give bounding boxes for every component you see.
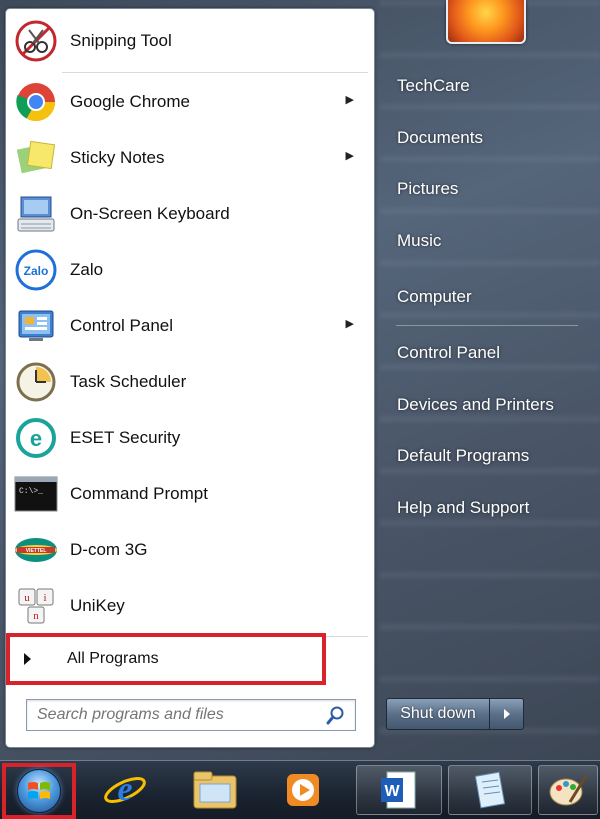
list-item[interactable]: Control Panel ▶ — [8, 300, 372, 352]
list-item[interactable]: u i n UniKey — [8, 580, 372, 632]
internet-explorer-icon[interactable]: e — [90, 765, 160, 815]
menu-item-label: Zalo — [70, 260, 104, 279]
list-item[interactable]: Task Scheduler — [8, 356, 372, 408]
divider — [62, 72, 368, 73]
svg-text:n: n — [33, 610, 39, 622]
scissors-icon — [10, 15, 62, 67]
windows-orb-icon — [17, 769, 61, 813]
search-box[interactable] — [26, 699, 356, 731]
list-item[interactable]: Zalo Zalo — [8, 244, 372, 296]
chevron-right-icon — [503, 709, 510, 719]
svg-text:e: e — [30, 426, 42, 451]
menu-item-label: On-Screen Keyboard — [70, 204, 230, 223]
right-link-documents[interactable]: Documents — [390, 118, 585, 158]
list-item[interactable]: VIETTEL D-com 3G — [8, 524, 372, 576]
notepad-icon[interactable] — [448, 765, 532, 815]
divider — [396, 325, 578, 326]
all-programs-button[interactable]: All Programs — [6, 633, 326, 685]
taskbar: e W — [0, 760, 600, 819]
unikey-icon: u i n — [10, 580, 62, 632]
viettel-icon: VIETTEL — [10, 524, 62, 576]
cmd-icon: C:\>_ — [10, 468, 62, 520]
right-link-help-and-support[interactable]: Help and Support — [390, 488, 585, 528]
menu-item-label: UniKey — [70, 596, 125, 615]
right-link-pictures[interactable]: Pictures — [390, 169, 585, 209]
user-picture[interactable] — [446, 0, 526, 44]
zalo-icon: Zalo — [10, 244, 62, 296]
svg-text:W: W — [384, 783, 400, 800]
svg-text:C:\>_: C:\>_ — [19, 487, 43, 496]
search-input[interactable] — [37, 703, 323, 727]
list-item[interactable]: Google Chrome ▶ — [8, 76, 372, 128]
right-link-computer[interactable]: Computer — [390, 277, 585, 317]
menu-item-label: D-com 3G — [70, 540, 148, 559]
search-icon[interactable] — [323, 702, 349, 728]
start-button[interactable] — [2, 763, 76, 819]
right-link-default-programs[interactable]: Default Programs — [390, 436, 585, 476]
paint-icon[interactable] — [538, 765, 598, 815]
control-panel-icon — [10, 300, 62, 352]
start-menu-left-panel: Snipping Tool Google Chrome ▶ Sticky Not… — [5, 8, 375, 748]
right-link-devices-and-printers[interactable]: Devices and Printers — [390, 385, 585, 425]
media-player-icon[interactable] — [268, 765, 338, 815]
list-item[interactable]: Snipping Tool — [8, 15, 372, 67]
svg-text:Zalo: Zalo — [24, 264, 49, 278]
all-programs-label: All Programs — [67, 650, 159, 667]
chevron-right-icon[interactable]: ▶ — [346, 149, 354, 162]
shutdown-options-button[interactable] — [490, 698, 524, 730]
desktop-background — [380, 0, 600, 760]
svg-text:VIETTEL: VIETTEL — [26, 548, 47, 554]
svg-text:e: e — [117, 771, 132, 808]
list-item[interactable]: C:\>_ Command Prompt — [8, 468, 372, 520]
menu-item-label: Task Scheduler — [70, 372, 187, 391]
chevron-right-icon[interactable]: ▶ — [346, 317, 354, 330]
menu-item-label: Control Panel — [70, 316, 174, 335]
triangle-right-icon — [24, 653, 31, 665]
sticky-notes-icon — [10, 132, 62, 184]
menu-item-label: ESET Security — [70, 428, 181, 447]
shutdown-group: Shut down — [386, 698, 524, 730]
right-link-techcare[interactable]: TechCare — [390, 66, 585, 106]
list-item[interactable]: Sticky Notes ▶ — [8, 132, 372, 184]
file-explorer-icon[interactable] — [180, 765, 250, 815]
word-icon[interactable]: W — [356, 765, 442, 815]
list-item[interactable]: On-Screen Keyboard — [8, 188, 372, 240]
chevron-right-icon[interactable]: ▶ — [346, 93, 354, 106]
menu-item-label: Sticky Notes — [70, 148, 165, 167]
chrome-icon — [10, 76, 62, 128]
svg-text:i: i — [43, 592, 46, 604]
right-link-music[interactable]: Music — [390, 221, 585, 261]
right-link-control-panel[interactable]: Control Panel — [390, 333, 585, 373]
shutdown-button[interactable]: Shut down — [386, 698, 490, 730]
keyboard-icon — [10, 188, 62, 240]
menu-item-label: Google Chrome — [70, 92, 191, 111]
svg-text:u: u — [24, 592, 30, 604]
list-item[interactable]: e ESET Security — [8, 412, 372, 464]
menu-item-label: Command Prompt — [70, 484, 208, 503]
eset-icon: e — [10, 412, 62, 464]
menu-item-label: Snipping Tool — [70, 31, 172, 50]
clock-icon — [10, 356, 62, 408]
